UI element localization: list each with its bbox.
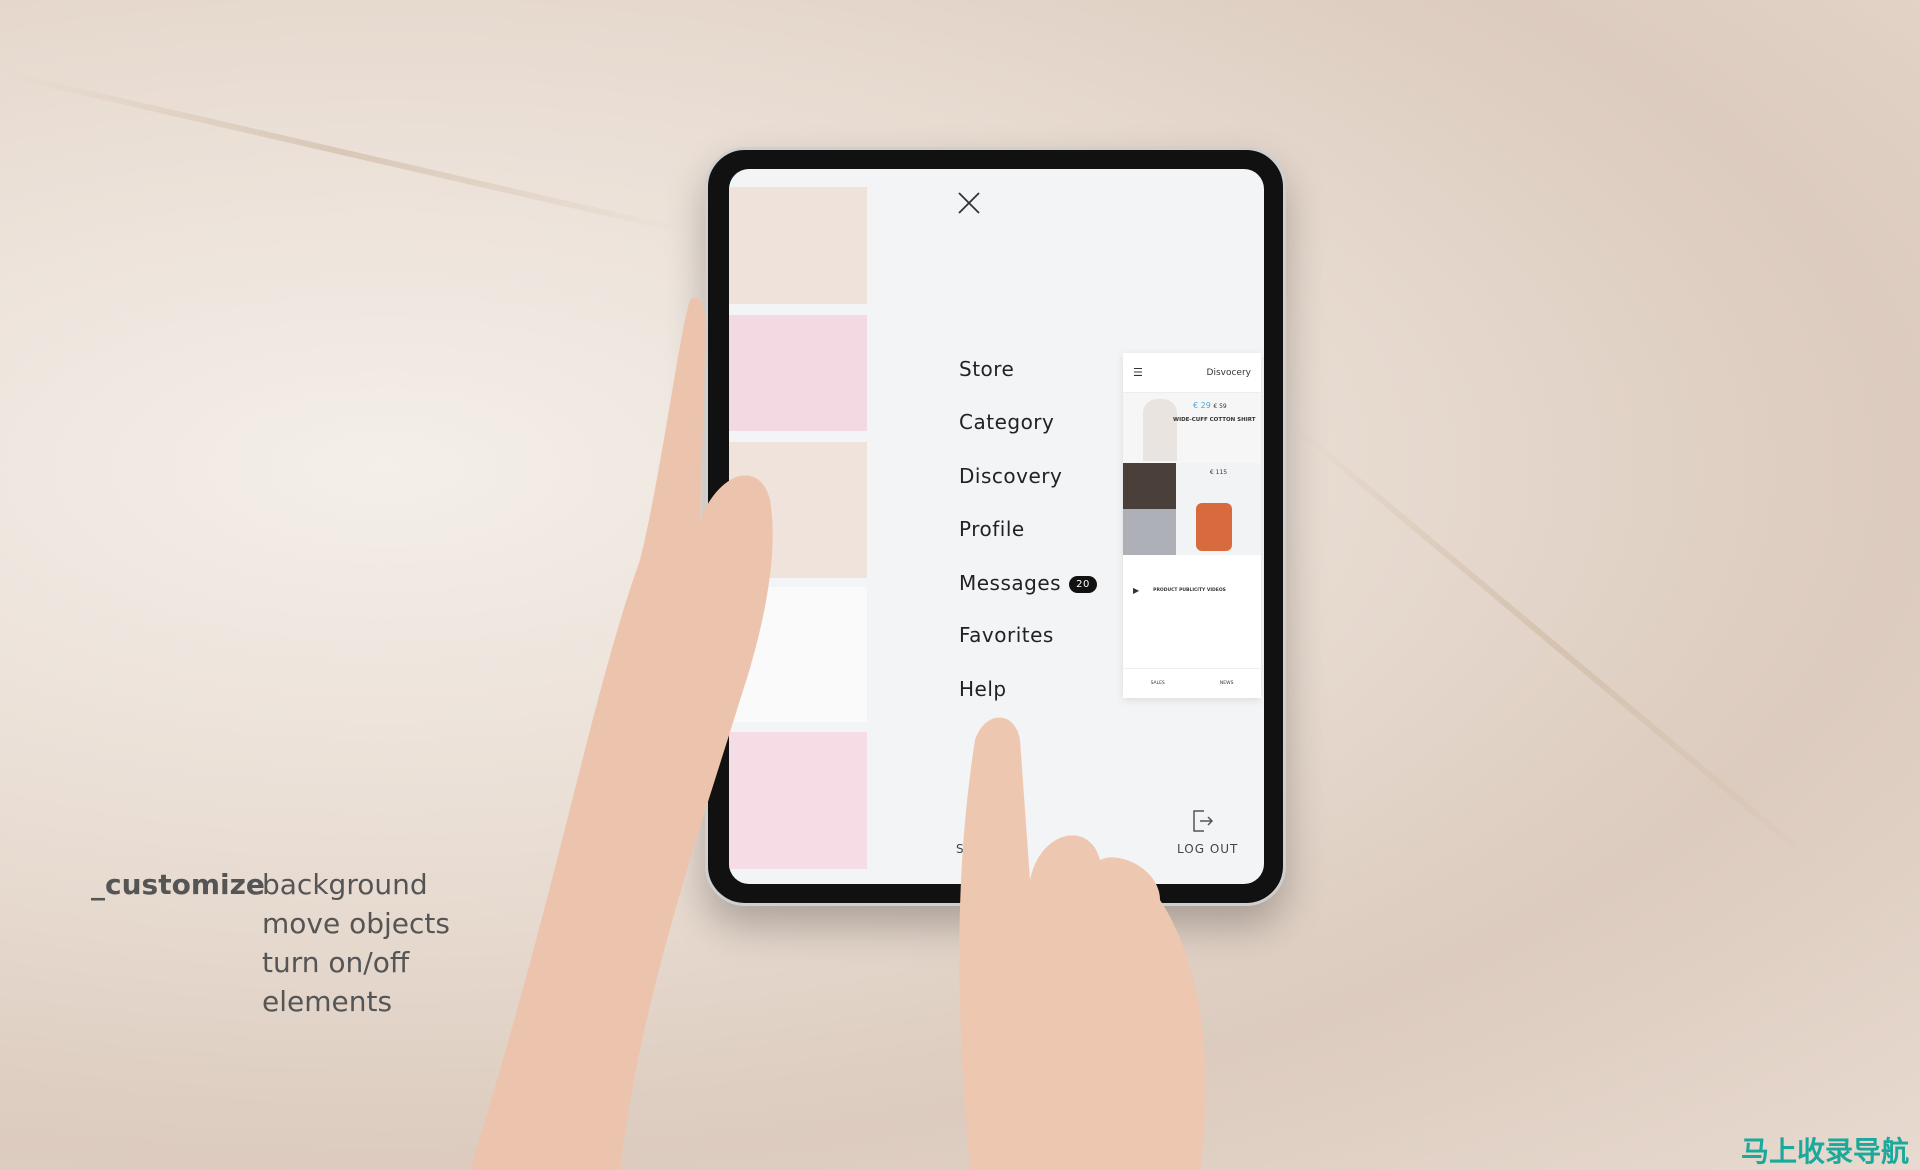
watermark: 马上收录导航 [1741, 1135, 1910, 1168]
caption-line: turn on/off [262, 946, 410, 979]
right-hand [959, 717, 1206, 1170]
caption-line: move objects [262, 907, 450, 940]
left-hand [470, 297, 773, 1170]
caption-line: background [262, 868, 428, 901]
caption-heading: _customize [91, 868, 265, 901]
caption-line: elements [262, 985, 393, 1018]
